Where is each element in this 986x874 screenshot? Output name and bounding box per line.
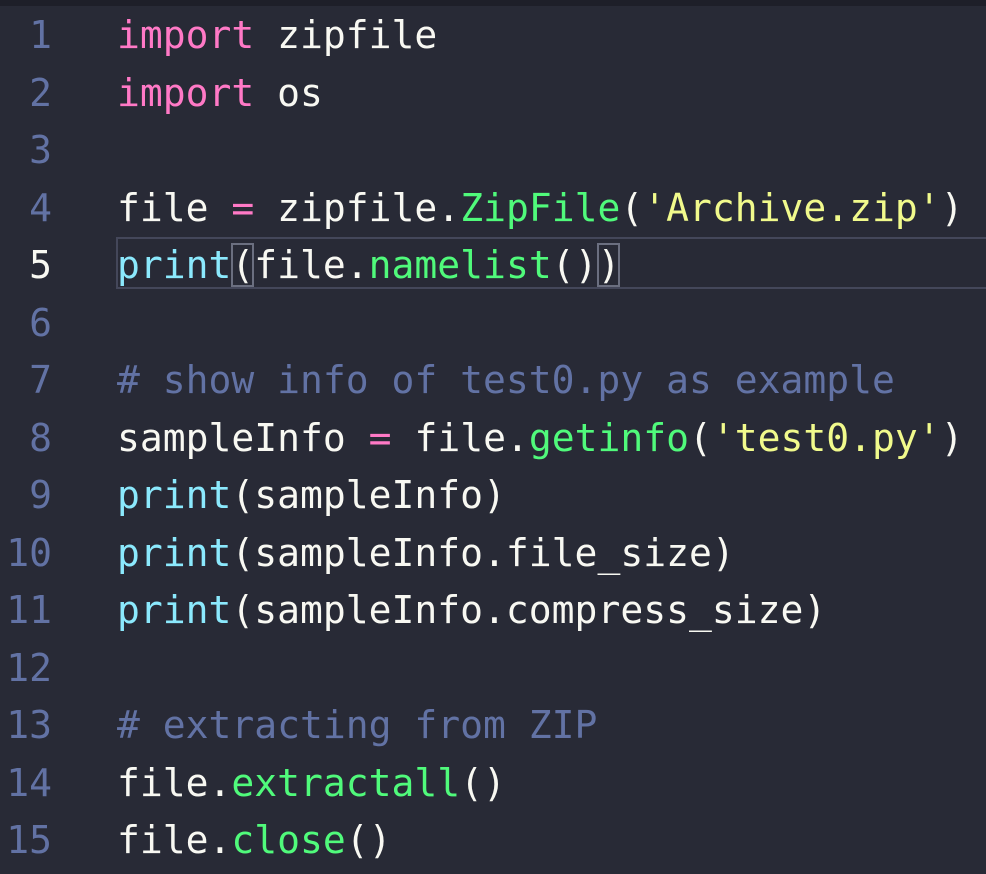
code-token: print: [117, 473, 232, 517]
code-token: ): [940, 415, 964, 460]
code-text[interactable]: file.extractall(): [117, 755, 506, 812]
code-line[interactable]: 15 file.close(): [0, 812, 986, 869]
code-token: print: [117, 243, 232, 287]
matched-bracket: ): [597, 243, 621, 287]
code-token: file.: [254, 243, 369, 287]
line-number: 1: [29, 13, 52, 57]
code-token: print: [117, 588, 232, 632]
line-number: 3: [29, 128, 52, 172]
line-number: 10: [6, 530, 52, 575]
code-line[interactable]: 4 file = zipfile.ZipFile('Archive.zip'): [0, 180, 986, 237]
code-token: (: [620, 185, 644, 230]
code-text[interactable]: print(sampleInfo.compress_size): [117, 582, 826, 639]
code-token: 'Archive.zip': [643, 185, 941, 230]
line-number: 14: [6, 760, 52, 805]
code-token: sampleInfo: [117, 415, 369, 460]
code-token: import: [117, 13, 255, 57]
code-token: ZipFile: [460, 185, 621, 230]
line-number: 4: [29, 185, 52, 230]
code-line[interactable]: 2 import os: [0, 65, 986, 122]
code-line[interactable]: 3: [0, 122, 986, 179]
code-token: file: [117, 185, 232, 230]
code-text[interactable]: # extracting from ZIP: [117, 697, 597, 754]
code-line[interactable]: 14 file.extractall(): [0, 755, 986, 812]
line-number: 2: [29, 70, 52, 115]
code-token: close: [231, 818, 346, 862]
code-token: (sampleInfo.compress_size): [231, 588, 827, 632]
line-number: 15: [6, 818, 52, 862]
code-text[interactable]: sampleInfo = file.getinfo('test0.py'): [117, 410, 964, 467]
code-line[interactable]: 11 print(sampleInfo.compress_size): [0, 582, 986, 639]
code-token: (): [460, 760, 506, 805]
line-number: 5: [29, 243, 52, 287]
code-token: (): [345, 818, 392, 862]
code-text[interactable]: import os: [117, 65, 323, 122]
line-number: 9: [29, 473, 52, 517]
code-line[interactable]: 1 import zipfile: [0, 7, 986, 64]
code-line[interactable]: 12: [0, 640, 986, 697]
code-text[interactable]: print(sampleInfo.file_size): [117, 525, 735, 582]
code-text[interactable]: file.close(): [117, 812, 392, 869]
code-token: # extracting from ZIP: [117, 703, 598, 747]
code-line[interactable]: 10 print(sampleInfo.file_size): [0, 525, 986, 582]
editor-top-border: [0, 0, 986, 6]
code-token: file.: [117, 818, 232, 862]
code-text[interactable]: file = zipfile.ZipFile('Archive.zip'): [117, 180, 964, 237]
code-line[interactable]: 8 sampleInfo = file.getinfo('test0.py'): [0, 410, 986, 467]
code-text[interactable]: print(sampleInfo): [117, 467, 506, 524]
line-number: 6: [29, 300, 52, 345]
code-editor[interactable]: 1 import zipfile 2 import os 3 4 file = zipfil…: [0, 0, 986, 874]
code-token: file.: [391, 415, 529, 460]
code-line[interactable]: 7 # show info of test0.py as example: [0, 352, 986, 409]
code-token: getinfo: [528, 415, 689, 460]
code-token: # show info of test0.py as example: [117, 358, 895, 402]
line-number: 11: [6, 588, 52, 632]
line-number: 12: [6, 645, 52, 690]
code-line-active[interactable]: 5 print(file.namelist()): [0, 237, 986, 294]
matched-bracket: (: [231, 243, 255, 287]
code-token: =: [231, 185, 255, 230]
code-text[interactable]: # show info of test0.py as example: [117, 352, 895, 409]
code-token: (: [689, 415, 712, 460]
code-token: 'test0.py': [711, 415, 941, 460]
line-number: 13: [6, 703, 52, 747]
code-line[interactable]: 9 print(sampleInfo): [0, 467, 986, 524]
code-token: (sampleInfo.file_size): [231, 530, 735, 575]
code-token: zipfile: [254, 13, 438, 57]
code-token: os: [254, 70, 323, 115]
code-line[interactable]: 13 # extracting from ZIP: [0, 697, 986, 754]
line-number: 8: [29, 415, 52, 460]
code-token: namelist: [368, 243, 552, 287]
code-token: extractall: [231, 760, 461, 805]
code-token: print: [117, 530, 232, 575]
line-number: 7: [29, 358, 52, 402]
code-token: zipfile.: [254, 185, 461, 230]
code-token: ): [940, 185, 964, 230]
code-token: (): [551, 243, 598, 287]
code-text[interactable]: print(file.namelist()): [117, 237, 621, 294]
code-text[interactable]: import zipfile: [117, 7, 437, 64]
code-token: file.: [117, 760, 232, 805]
code-token: import: [117, 70, 255, 115]
code-line[interactable]: 6: [0, 295, 986, 352]
code-token: =: [368, 415, 392, 460]
code-token: (sampleInfo): [231, 473, 506, 517]
